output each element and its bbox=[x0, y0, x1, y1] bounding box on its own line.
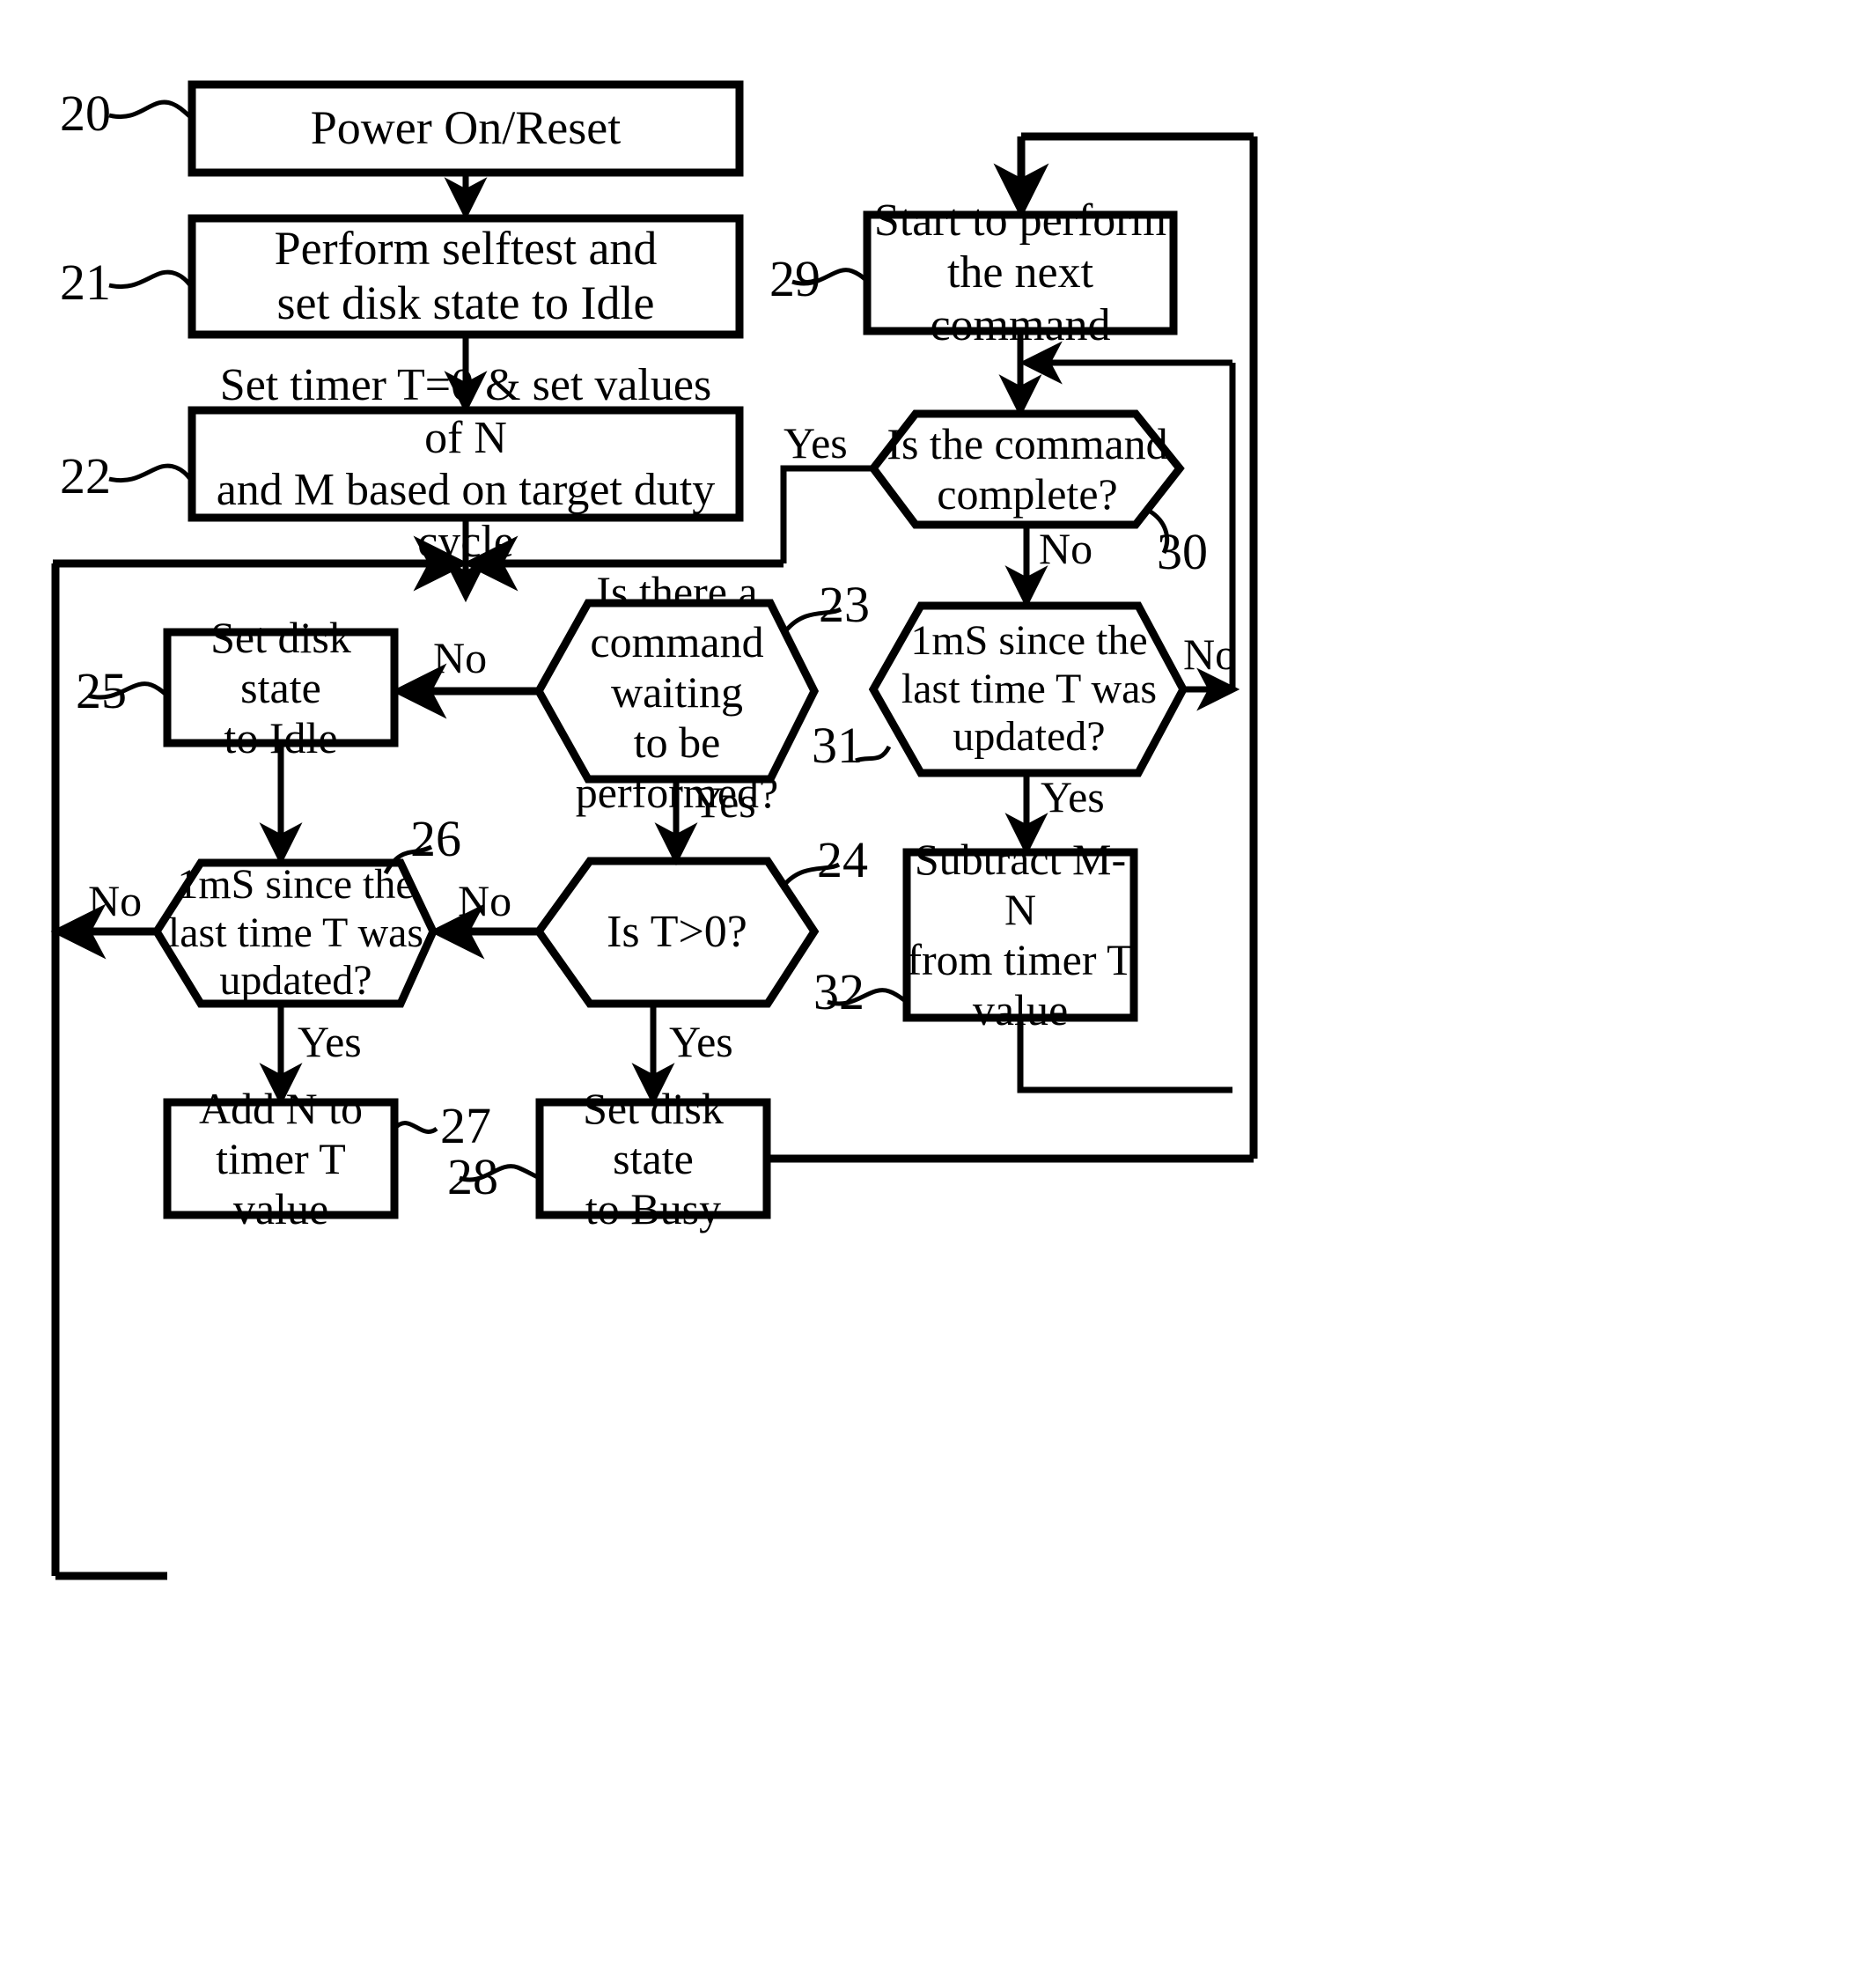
node-25-shape bbox=[163, 628, 399, 747]
ref-number-28: 28 bbox=[447, 1148, 498, 1205]
node-26-shape bbox=[151, 858, 438, 1008]
leader-27 bbox=[393, 1121, 438, 1134]
ref-number-29: 29 bbox=[769, 250, 820, 307]
ref-number-23: 23 bbox=[819, 576, 870, 633]
ref-number-32: 32 bbox=[813, 963, 864, 1020]
node-21-shape bbox=[188, 214, 744, 339]
edge-label-31-no: No bbox=[1183, 629, 1238, 679]
leader-22 bbox=[108, 463, 194, 483]
node-23-shape bbox=[533, 599, 820, 784]
ref-number-25: 25 bbox=[76, 662, 127, 719]
edge-label-26-no: No bbox=[88, 876, 143, 925]
leader-21 bbox=[108, 269, 194, 290]
node-31-shape bbox=[868, 601, 1188, 777]
node-29-shape bbox=[863, 210, 1178, 335]
flowchart-figure: Power On/Reset Perform selftest and set … bbox=[0, 0, 1876, 1973]
node-32-shape bbox=[902, 848, 1138, 1022]
node-22-shape bbox=[188, 406, 744, 522]
edge-label-26-yes: Yes bbox=[298, 1017, 362, 1066]
node-20-shape bbox=[188, 80, 744, 177]
edge-label-30-no: No bbox=[1039, 524, 1093, 573]
ref-number-26: 26 bbox=[410, 810, 461, 867]
ref-number-24: 24 bbox=[817, 831, 868, 888]
edge-32-loopback bbox=[1017, 1018, 1232, 1093]
edge-label-31-yes: Yes bbox=[1041, 772, 1105, 821]
edge-label-24-no: No bbox=[458, 876, 512, 925]
edge-label-23-no: No bbox=[433, 633, 488, 682]
node-24-shape bbox=[533, 857, 820, 1008]
ref-number-30: 30 bbox=[1157, 523, 1208, 580]
node-27-shape bbox=[163, 1098, 399, 1219]
edge-label-23-yes: Yes bbox=[692, 777, 756, 827]
flowchart-canvas bbox=[50, 80, 1258, 1580]
ref-number-22: 22 bbox=[60, 447, 111, 504]
node-28-shape bbox=[535, 1098, 771, 1219]
node-30-shape bbox=[868, 409, 1185, 529]
edge-30-yes bbox=[780, 465, 873, 563]
ref-number-20: 20 bbox=[60, 85, 111, 142]
edge-label-24-yes: Yes bbox=[669, 1017, 733, 1066]
ref-number-21: 21 bbox=[60, 254, 111, 311]
ref-number-31: 31 bbox=[812, 717, 863, 774]
edge-label-30-yes: Yes bbox=[784, 418, 848, 467]
ref-number-27: 27 bbox=[440, 1097, 491, 1154]
leader-20 bbox=[108, 99, 194, 121]
